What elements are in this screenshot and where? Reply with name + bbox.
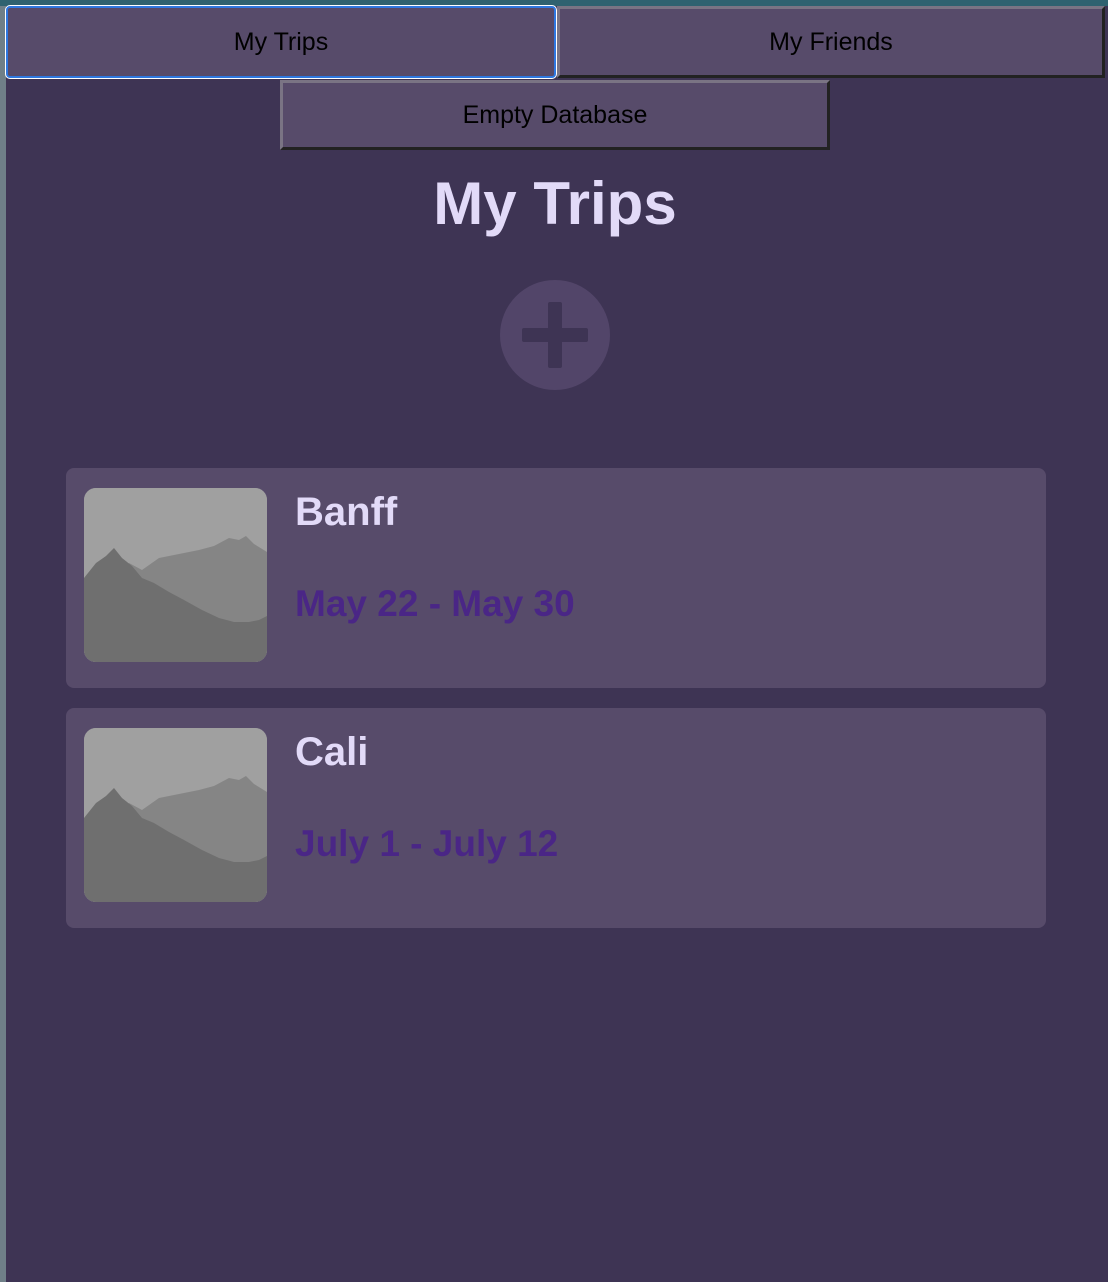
trip-list: Banff May 22 - May 30 Cali July 1 - July… xyxy=(66,468,1046,948)
trip-dates: July 1 - July 12 xyxy=(295,823,559,864)
app-container: My Trips My Friends Empty Database My Tr… xyxy=(6,6,1108,1282)
tab-my-trips[interactable]: My Trips xyxy=(6,6,556,78)
tab-my-friends[interactable]: My Friends xyxy=(557,6,1105,78)
page-title: My Trips xyxy=(433,170,677,237)
plus-circle-icon xyxy=(522,302,588,368)
trip-dates: May 22 - May 30 xyxy=(295,583,575,624)
add-trip-button[interactable] xyxy=(500,280,610,390)
mountain-placeholder-icon xyxy=(84,728,267,902)
trip-name: Banff xyxy=(295,490,398,534)
trip-name: Cali xyxy=(295,730,369,774)
trip-card-cali[interactable]: Cali July 1 - July 12 xyxy=(66,708,1046,928)
trip-card-banff[interactable]: Banff May 22 - May 30 xyxy=(66,468,1046,688)
empty-database-button[interactable]: Empty Database xyxy=(280,80,830,150)
mountain-placeholder-icon xyxy=(84,488,267,662)
